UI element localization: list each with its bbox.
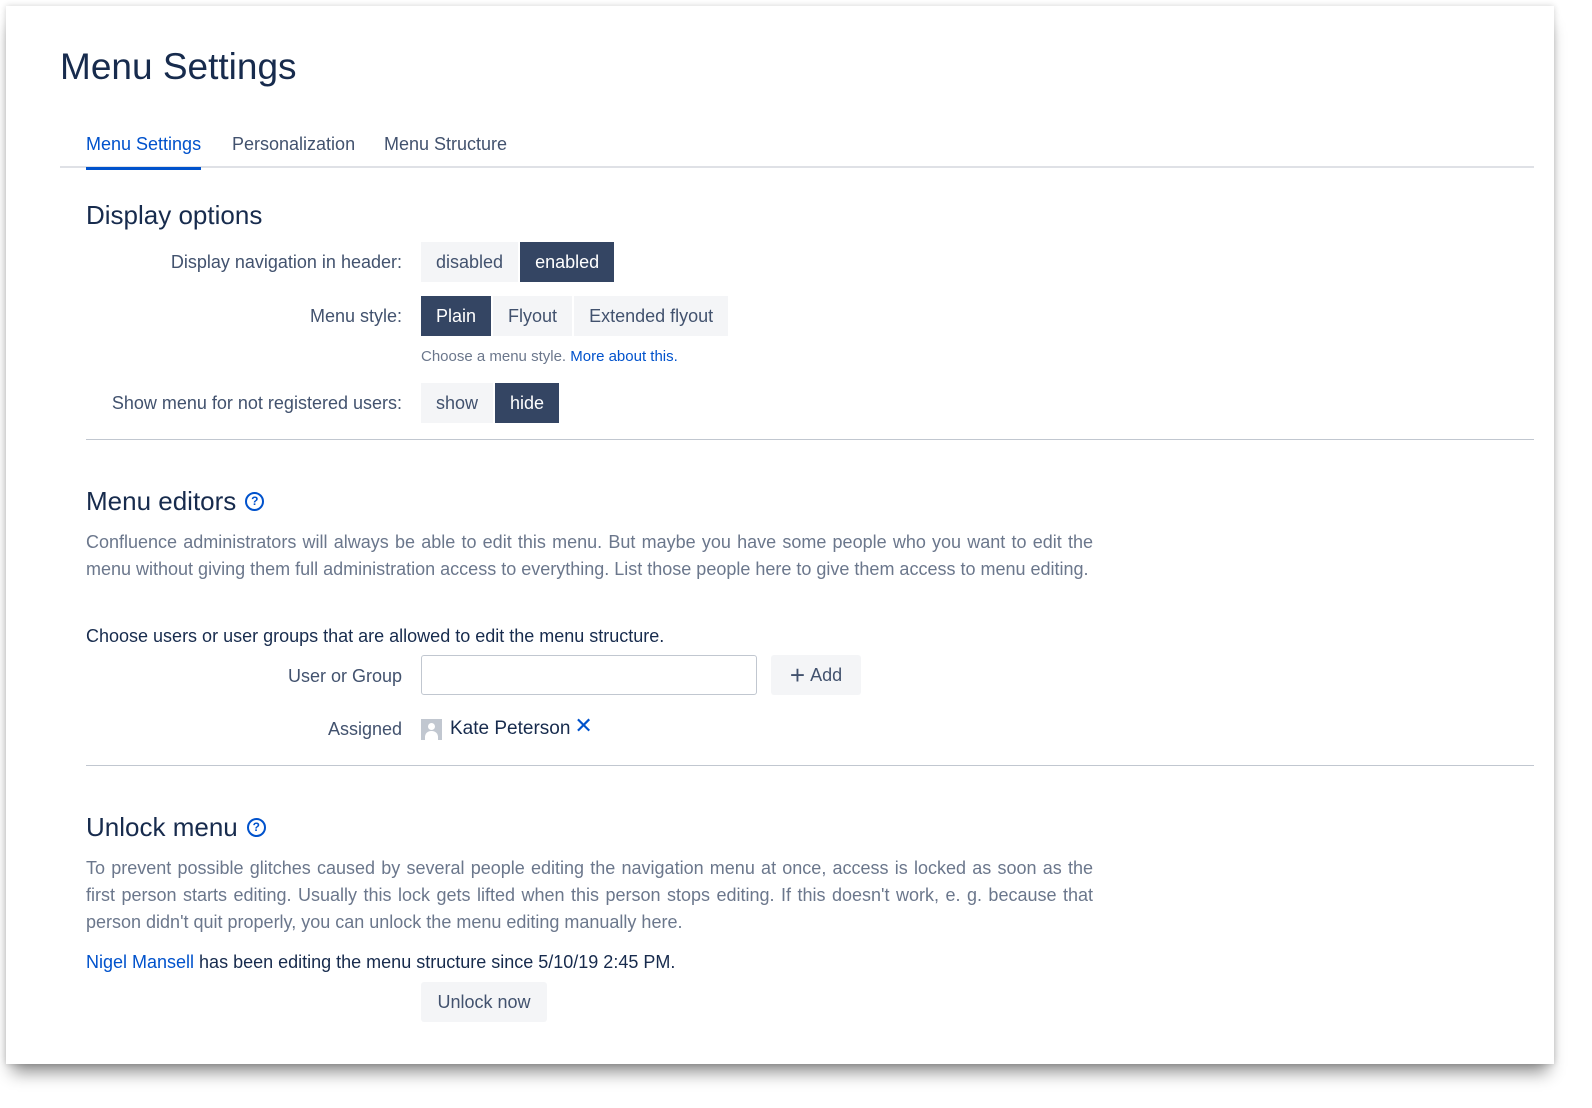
menu-style-extended-flyout-button[interactable]: Extended flyout [574, 296, 729, 336]
unlock-menu-help-icon[interactable]: ? [246, 818, 266, 837]
unlock-now-button[interactable]: Unlock now [421, 982, 547, 1022]
show-menu-toggle: show hide [421, 383, 560, 423]
tab-personalization[interactable]: Personalization [232, 134, 355, 170]
menu-editors-instruction: Choose users or user groups that are all… [86, 626, 665, 646]
unlock-menu-heading: Unlock menu ? [86, 812, 266, 843]
more-about-this-link[interactable]: More about this. [570, 348, 678, 365]
menu-editors-title: Menu editors [86, 486, 237, 516]
menu-style-plain-button[interactable]: Plain [421, 296, 492, 336]
page-title: Menu Settings [60, 46, 297, 87]
navigation-enabled-button[interactable]: enabled [520, 242, 615, 282]
display-options-title: Display options [86, 200, 263, 230]
tab-menu-structure[interactable]: Menu Structure [384, 134, 507, 170]
remove-user-icon[interactable]: ✕ [574, 715, 592, 737]
show-menu-label: Show menu for not registered users: [111, 393, 402, 413]
menu-style-flyout-button[interactable]: Flyout [493, 296, 573, 336]
navigation-header-toggle: disabled enabled [421, 242, 615, 282]
add-button[interactable]: + Add [771, 655, 861, 695]
navigation-header-label: Display navigation in header: [170, 252, 402, 272]
assigned-user: Kate Peterson ✕ [421, 715, 593, 741]
navigation-disabled-button[interactable]: disabled [421, 242, 519, 282]
tab-menu-settings[interactable]: Menu Settings [86, 134, 202, 170]
add-button-label: Add [810, 664, 843, 685]
menu-style-toggle: Plain Flyout Extended flyout [421, 296, 729, 336]
show-menu-hide-button[interactable]: hide [495, 383, 560, 423]
menu-editors-description: Confluence administrators will always be… [86, 532, 1093, 579]
menu-editors-help-icon[interactable]: ? [245, 492, 265, 511]
user-or-group-label: User or Group [287, 666, 402, 686]
settings-card: Menu Settings Menu Settings Personalizat… [6, 6, 1554, 1064]
menu-style-label: Menu style: [309, 306, 402, 326]
plus-icon: + [789, 660, 806, 690]
lock-status: Nigel Mansell has been editing the menu … [86, 952, 675, 973]
tab-bar: Menu Settings Personalization Menu Struc… [60, 130, 1534, 170]
display-options-heading: Display options [86, 200, 262, 231]
menu-style-hint: Choose a menu style. More about this. [421, 348, 678, 365]
section-divider [86, 765, 1534, 766]
menu-style-hint-text: Choose a menu style. [421, 348, 567, 365]
section-divider [86, 439, 1534, 440]
lock-status-text: has been editing the menu structure sinc… [194, 952, 676, 972]
user-avatar-icon [421, 718, 442, 740]
user-or-group-input[interactable] [421, 655, 757, 695]
assigned-user-name: Kate Peterson [450, 718, 571, 739]
editor-name-link[interactable]: Nigel Mansell [86, 952, 194, 972]
show-menu-show-button[interactable]: show [421, 383, 494, 423]
menu-editors-heading: Menu editors ? [86, 486, 265, 517]
unlock-menu-description: To prevent possible glitches caused by s… [86, 858, 1093, 932]
assigned-label: Assigned [327, 719, 402, 739]
unlock-menu-title: Unlock menu [86, 812, 238, 842]
